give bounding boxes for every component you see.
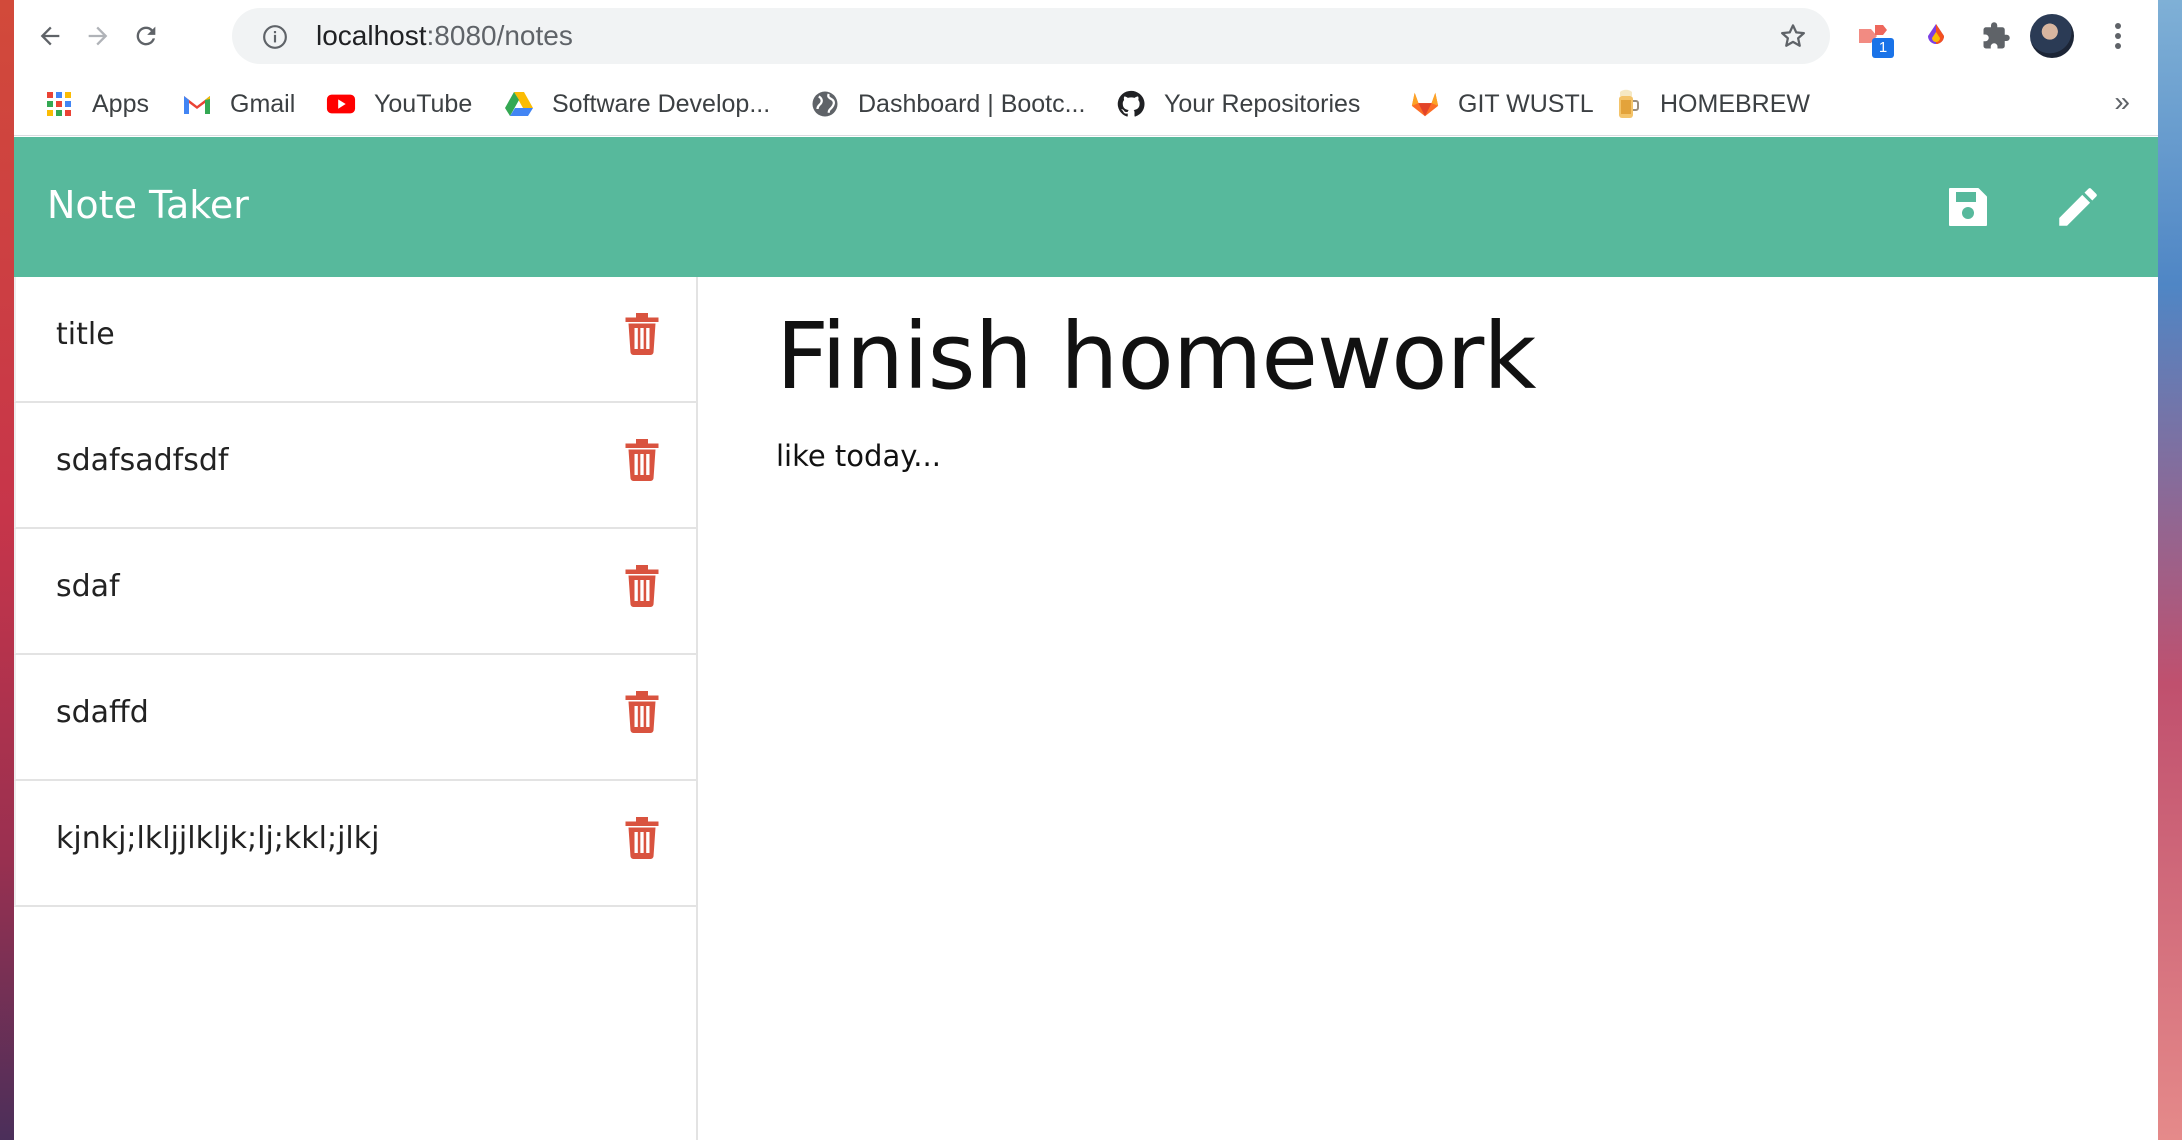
note-textarea[interactable]: like today... xyxy=(776,439,941,473)
youtube-icon xyxy=(326,89,356,119)
apps-grid-icon xyxy=(44,89,74,119)
bookmark-dashboard[interactable]: Dashboard | Bootc... xyxy=(810,82,1085,126)
url-path: :8080/notes xyxy=(426,20,573,51)
bookmark-youtube[interactable]: YouTube xyxy=(326,82,472,126)
trash-icon[interactable] xyxy=(624,565,660,607)
app-title[interactable]: Note Taker xyxy=(47,183,249,227)
bookmark-label: Apps xyxy=(92,89,149,118)
save-note-button[interactable] xyxy=(1940,179,1996,235)
desktop-background-right xyxy=(2158,0,2182,1140)
note-list-title[interactable]: sdafsadfsdf xyxy=(56,443,228,478)
bookmark-your-repositories[interactable]: Your Repositories xyxy=(1116,82,1360,126)
bookmarks-overflow-button[interactable]: » xyxy=(2114,86,2130,118)
note-list: title sdafsadfsdf sdaf sdaffd kjnkj;lklj… xyxy=(14,277,696,907)
note-list-item[interactable]: title xyxy=(14,277,696,403)
gmail-icon xyxy=(182,89,212,119)
trash-icon[interactable] xyxy=(624,313,660,355)
note-list-item[interactable]: sdaffd xyxy=(14,655,696,781)
bookmark-label: GIT WUSTL xyxy=(1458,89,1594,118)
app-navbar: Note Taker xyxy=(14,137,2158,277)
profile-avatar[interactable] xyxy=(2030,14,2074,58)
puzzle-icon xyxy=(1983,22,2010,49)
address-bar[interactable]: localhost:8080/notes xyxy=(232,8,1830,64)
extension-button[interactable]: 1 xyxy=(1852,14,1896,58)
bookmark-label: Gmail xyxy=(230,89,296,118)
forward-button[interactable] xyxy=(76,14,120,58)
extension-button-2[interactable] xyxy=(1914,14,1958,58)
bookmark-label: Dashboard | Bootc... xyxy=(858,89,1086,118)
bookmark-label: HOMEBREW xyxy=(1660,89,1810,118)
bookmarks-bar: Apps Gmail YouTube Software Develop... D… xyxy=(14,72,2158,136)
trash-icon[interactable] xyxy=(624,439,660,481)
browser-window: localhost:8080/notes 1 Apps Gmail YouTub… xyxy=(14,0,2158,1140)
back-button[interactable] xyxy=(28,14,72,58)
bookmark-label: Software Develop... xyxy=(552,89,771,118)
more-vertical-icon xyxy=(2115,23,2121,49)
bookmark-homebrew[interactable]: HOMEBREW xyxy=(1612,82,1810,126)
url-text[interactable]: localhost:8080/notes xyxy=(316,20,573,52)
globe-icon xyxy=(810,89,840,119)
save-icon xyxy=(1949,188,1987,226)
browser-toolbar: localhost:8080/notes 1 xyxy=(14,0,2158,72)
extension-badge: 1 xyxy=(1872,38,1894,58)
bookmark-apps[interactable]: Apps xyxy=(44,82,149,126)
color-drop-icon xyxy=(1928,24,1944,44)
arrow-right-icon xyxy=(88,26,108,46)
arrow-left-icon xyxy=(40,26,60,46)
note-list-item[interactable]: kjnkj;lkljjlkljk;lj;kkl;jlkj xyxy=(14,781,696,907)
bookmark-label: YouTube xyxy=(374,89,473,118)
notes-sidebar: title sdafsadfsdf sdaf sdaffd kjnkj;lklj… xyxy=(14,277,698,1140)
google-drive-icon xyxy=(504,89,534,119)
new-note-button[interactable] xyxy=(2050,179,2106,235)
pencil-icon xyxy=(2059,188,2097,226)
browser-menu-button[interactable] xyxy=(2096,14,2140,58)
note-editor: Finish homework like today... xyxy=(700,277,2158,1140)
star-icon[interactable] xyxy=(1778,21,1808,51)
note-list-title[interactable]: sdaf xyxy=(56,569,120,604)
bookmark-git-wustl[interactable]: GIT WUSTL xyxy=(1410,82,1594,126)
bookmark-software-develop[interactable]: Software Develop... xyxy=(504,82,770,126)
note-title-input[interactable]: Finish homework xyxy=(776,303,1537,410)
bookmark-gmail[interactable]: Gmail xyxy=(182,82,295,126)
bookmark-label: Your Repositories xyxy=(1164,89,1361,118)
url-host: localhost xyxy=(316,20,427,51)
trash-icon[interactable] xyxy=(624,691,660,733)
github-icon xyxy=(1116,89,1146,119)
gitlab-icon xyxy=(1410,89,1440,119)
reload-button[interactable] xyxy=(124,14,168,58)
reload-icon xyxy=(136,26,156,46)
trash-icon[interactable] xyxy=(624,817,660,859)
note-list-title[interactable]: sdaffd xyxy=(56,695,149,730)
note-list-title[interactable]: title xyxy=(56,317,115,352)
note-list-item[interactable]: sdaf xyxy=(14,529,696,655)
note-list-item[interactable]: sdafsadfsdf xyxy=(14,403,696,529)
note-list-title[interactable]: kjnkj;lkljjlkljk;lj;kkl;jlkj xyxy=(56,821,379,856)
extensions-menu-button[interactable] xyxy=(1974,14,2018,58)
homebrew-icon xyxy=(1612,89,1642,119)
info-icon[interactable] xyxy=(262,24,288,50)
